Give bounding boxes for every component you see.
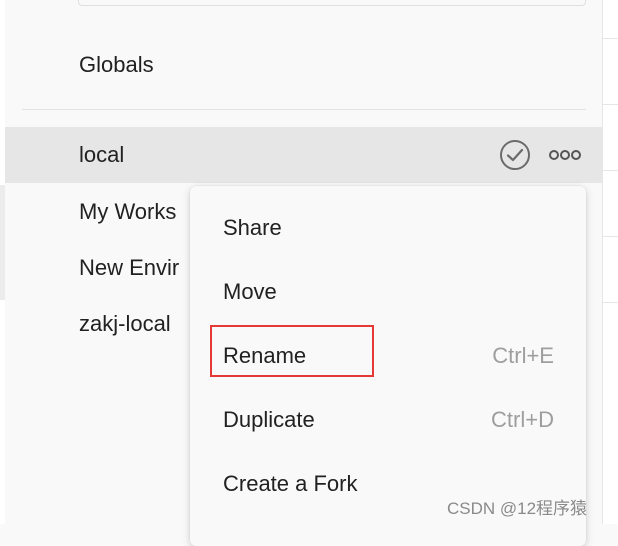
rename-highlight-box [210,325,374,377]
environment-row-local[interactable]: local [5,127,602,183]
menu-item-shortcut: Ctrl+D [491,407,554,432]
menu-item-move[interactable]: Move [190,261,586,325]
search-input[interactable] [78,0,586,6]
globals-item[interactable]: Globals [79,52,154,78]
menu-item-shortcut: Ctrl+E [492,343,554,368]
watermark-text: CSDN @12程序猿 [447,499,588,518]
menu-item-label: Move [223,279,277,304]
more-horizontal-icon[interactable] [548,145,582,165]
check-circle-icon[interactable] [499,139,531,171]
environment-item-new-envir[interactable]: New Envir [79,255,179,281]
environment-item-zakj-local[interactable]: zakj-local [79,311,171,337]
context-menu: Share Move Rename Ctrl+E Duplicate Ctrl+… [190,186,586,546]
menu-item-duplicate[interactable]: Duplicate Ctrl+D [190,389,586,453]
menu-item-label: Create a Fork [223,471,358,496]
environment-item-my-works[interactable]: My Works [79,199,176,225]
menu-item-share[interactable]: Share [190,197,586,261]
environment-label: local [79,142,125,167]
right-edge-strip [602,0,618,524]
menu-item-label: Share [223,215,282,240]
menu-item-label: Duplicate [223,407,315,432]
sidebar-divider [22,109,586,110]
